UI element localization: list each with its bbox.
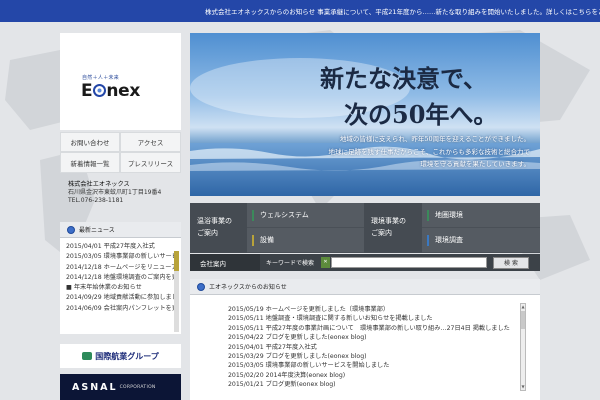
scroll-up-icon[interactable]: ▲ [521, 304, 525, 310]
logo-panel[interactable]: 自然＋人＋未来 Enex [60, 33, 181, 130]
list-item[interactable]: 2015/05/11 平成27年度の事業計画について 環境事業部の新しい取り組み… [228, 324, 518, 333]
list-item[interactable]: 2015/05/19 ホームページを更新しました（環境事業部） [228, 305, 518, 314]
news-ticker[interactable]: 株式会社エオネックスからのお知らせ 事業承継について、平成21年度から……新たな… [205, 6, 600, 16]
company-info-button[interactable]: 会社案内 [190, 254, 260, 271]
list-item[interactable]: 2015/03/05 環境事業部の新しいサービスを開始しました [66, 252, 177, 262]
group-logo-icon [82, 352, 93, 360]
list-item[interactable]: 2015/04/01 平成27年度入社式 [228, 343, 518, 352]
hero-headline-2: 次の50年へ。 [344, 100, 498, 129]
side-news-scrollbar[interactable] [174, 251, 179, 332]
company-address: 株式会社エオネックス 石川県金沢市東蚊爪町1丁目19番4 TEL.076-238… [60, 177, 181, 214]
globe-icon [197, 282, 205, 291]
main-news-panel: エオネックスからのお知らせ 2015/05/19 ホームページを更新しました（環… [190, 279, 540, 400]
list-item[interactable]: 2015/03/29 ブログを更新しました(eonex blog) [228, 352, 518, 361]
env-business-items: 地圏環境 環境調査 [422, 203, 540, 253]
scroll-down-icon[interactable]: ▼ [521, 384, 525, 390]
service-ground-env[interactable]: 地圏環境 [422, 203, 540, 228]
globe-icon [67, 225, 75, 234]
bath-business-tile[interactable]: 温浴事業の ご案内 [190, 203, 247, 253]
scroll-thumb[interactable] [521, 311, 525, 329]
list-item[interactable]: 2015/04/22 ブログを更新しました(eonex blog) [228, 333, 518, 342]
search-bar: 会社案内 キーワードで検索 ✕ 検 索 [190, 254, 540, 271]
asnal-banner[interactable]: ASNAL CORPORATION [60, 374, 181, 400]
service-menu: 温浴事業の ご案内 ウェルシステム 設備 環境事業の ご案内 地圏環境 環境調査 [190, 203, 540, 253]
list-item[interactable]: 2015/05/11 地盤調査・環境調査に関する新しいお知らせを掲載しました [228, 314, 518, 323]
telephone: TEL.076-238-1181 [68, 197, 124, 205]
side-news-panel: 最新ニュース 2015/04/01 平成27年度入社式 2015/03/05 環… [60, 222, 181, 334]
blue-marker-icon [427, 235, 429, 246]
side-news-title: 最新ニュース [79, 227, 115, 234]
list-item[interactable]: ■ 年末年始休業のお知らせ [66, 283, 177, 293]
side-news-header: 最新ニュース [60, 222, 181, 238]
search-engine-icon: ✕ [321, 257, 330, 268]
search-input[interactable] [331, 257, 487, 268]
env-business-title: 環境事業の ご案内 [371, 217, 406, 237]
nav-access[interactable]: アクセス [120, 132, 181, 152]
list-item[interactable]: 2014/09/29 地域貢献活動に参加しました [66, 293, 177, 303]
nav-contact[interactable]: お問い合わせ [60, 132, 120, 152]
utility-nav: お問い合わせ アクセス 新着情報一覧 プレスリリース [60, 132, 181, 173]
top-notice-bar: 株式会社エオネックスからのお知らせ 事業承継について、平成21年度から……新たな… [0, 0, 600, 22]
globe-logo-icon [92, 84, 106, 97]
logo-tagline: 自然＋人＋未来 [82, 75, 120, 81]
side-news-list: 2015/04/01 平成27年度入社式 2015/03/05 環境事業部の新し… [60, 238, 181, 332]
main-news-title: エオネックスからのお知らせ [209, 284, 287, 291]
bath-business-items: ウェルシステム 設備 [247, 203, 364, 253]
list-item[interactable]: 2015/02/20 2014年度決算(eonex blog) [228, 371, 518, 380]
list-item[interactable]: 2014/12/18 地盤環境調査のご案内を更新しました [66, 273, 177, 283]
nav-press-release[interactable]: プレスリリース [120, 152, 181, 173]
bath-business-title: 温浴事業の ご案内 [197, 217, 232, 237]
eonex-logo: Enex [81, 81, 141, 101]
nav-news-list[interactable]: 新着情報一覧 [60, 152, 120, 173]
green-marker-icon [427, 210, 429, 221]
green-marker-icon [252, 210, 254, 221]
hero-headline-1: 新たな決意で、 [320, 64, 488, 93]
search-button[interactable]: 検 索 [493, 256, 529, 269]
gold-marker-icon [252, 235, 254, 246]
list-item[interactable]: 2014/06/09 会社案内パンフレットを更新しました [66, 304, 177, 314]
search-label: キーワードで検索 [266, 260, 315, 267]
asnal-label: ASNAL [72, 381, 118, 393]
group-banner-label: 国際航業グループ [95, 351, 159, 361]
env-business-tile[interactable]: 環境事業の ご案内 [364, 203, 422, 253]
main-news-scrollbar[interactable]: ▲ ▼ [520, 303, 526, 391]
list-item[interactable]: 2014/12/18 ホームページをリニューアルしました [66, 263, 177, 273]
service-well-system[interactable]: ウェルシステム [247, 203, 364, 228]
scroll-thumb[interactable] [174, 251, 179, 271]
hero-body: 地域の皆様に支えられ、昨年50周年を迎えることができました。 地球に足跡を残す仕… [328, 135, 531, 168]
group-banner[interactable]: 国際航業グループ [60, 344, 181, 368]
service-equipment[interactable]: 設備 [247, 228, 364, 253]
list-item[interactable]: 2015/04/01 平成27年度入社式 [66, 242, 177, 252]
street-address: 石川県金沢市東蚊爪町1丁目19番4 [68, 189, 162, 197]
asnal-sub-label: CORPORATION [119, 384, 156, 390]
list-item[interactable]: 2015/01/21 ブログ更新(eonex blog) [228, 380, 518, 389]
main-news-header: エオネックスからのお知らせ [190, 279, 540, 295]
hero-banner: 新たな決意で、 次の50年へ。 地域の皆様に支えられ、昨年50周年を迎えることが… [190, 33, 540, 196]
list-item[interactable]: 2015/03/05 環境事業部の新しいサービスを開始しました [228, 361, 518, 370]
service-env-survey[interactable]: 環境調査 [422, 228, 540, 253]
main-news-list: 2015/05/19 ホームページを更新しました（環境事業部） 2015/05/… [228, 305, 518, 399]
